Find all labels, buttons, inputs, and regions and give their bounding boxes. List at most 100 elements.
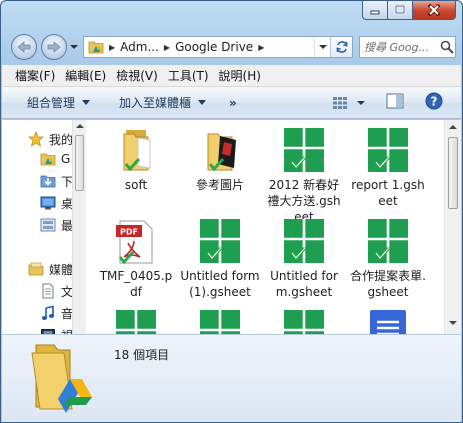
scroll-up-icon[interactable] — [76, 123, 84, 129]
file-item[interactable]: 合作提案表單.gsheet — [348, 217, 428, 300]
nav-item-label: 下 — [61, 174, 72, 189]
address-history-dropdown[interactable] — [314, 37, 330, 57]
navigation-pane-scrollbar[interactable] — [72, 120, 86, 334]
google-sheets-icon — [280, 126, 328, 174]
file-item[interactable]: soft — [96, 126, 176, 193]
nav-item-label: G — [61, 152, 71, 166]
chevron-down-icon — [357, 101, 365, 105]
breadcrumb-segment-admin[interactable]: Adm... — [120, 40, 159, 54]
file-name: Untitled form.gsheet — [270, 269, 338, 299]
file-name: 參考圖片 — [195, 178, 244, 192]
address-row: ▶ Adm... ▶ Google Drive ▶ — [7, 33, 456, 61]
svg-text:?: ? — [431, 95, 438, 109]
breadcrumb-segment-google-drive[interactable]: Google Drive — [175, 40, 253, 54]
google-drive-folder-icon — [88, 41, 104, 54]
file-item[interactable]: Untitled form (1).gsheet — [180, 217, 260, 300]
arrow-right-icon — [47, 41, 61, 53]
svg-text:PDF: PDF — [120, 228, 138, 237]
menu-tools[interactable]: 工具(T) — [163, 67, 214, 84]
file-item[interactable] — [348, 308, 428, 334]
organize-button[interactable]: 組合管理 — [22, 91, 95, 115]
menu-file[interactable]: 檔案(F) — [10, 67, 60, 84]
nav-item-label: 媒體 — [49, 262, 72, 277]
nav-item-music[interactable]: 音 — [40, 304, 72, 322]
file-item[interactable]: 參考圖片 — [180, 126, 260, 193]
scroll-up-icon[interactable] — [449, 124, 457, 130]
menu-edit[interactable]: 編輯(E) — [60, 67, 111, 84]
google-sheets-icon — [196, 308, 244, 334]
refresh-button[interactable] — [330, 37, 352, 57]
navigation-pane-scroll-thumb[interactable] — [75, 135, 84, 191]
file-item[interactable] — [180, 308, 260, 334]
file-item[interactable]: 2012 新春好禮大方送.gsheet — [264, 126, 344, 225]
file-item[interactable]: report 1.gsheet — [348, 126, 428, 209]
breadcrumb-separator-icon[interactable]: ▶ — [258, 43, 264, 52]
music-icon — [42, 305, 54, 320]
file-list: soft 參考圖片 2012 新春好禮大方送.gsheet report 1.gshe… — [87, 120, 432, 334]
google-docs-icon — [364, 308, 412, 334]
organize-label: 組合管理 — [27, 96, 76, 110]
navigation-pane: 我的 G 下 桌 最 媒體 文 音 — [2, 120, 72, 334]
minimize-button[interactable] — [362, 1, 388, 20]
file-item[interactable]: Untitled form.gsheet — [264, 217, 344, 300]
file-item[interactable] — [96, 308, 176, 334]
file-name: soft — [124, 178, 148, 192]
help-icon[interactable]: ? — [425, 92, 443, 110]
star-icon — [28, 131, 44, 147]
file-item[interactable] — [264, 308, 344, 334]
nav-item-favorites[interactable]: 我的 — [28, 130, 72, 148]
forward-button[interactable] — [41, 34, 67, 60]
nav-item-libraries[interactable]: 媒體 — [28, 260, 72, 278]
breadcrumb-separator-icon[interactable]: ▶ — [164, 43, 170, 52]
file-list-scroll-thumb[interactable] — [448, 137, 458, 209]
nav-item-recent-places[interactable]: 最 — [40, 216, 72, 234]
google-sheets-icon — [364, 126, 412, 174]
nav-item-downloads[interactable]: 下 — [40, 172, 72, 190]
nav-item-label: 桌 — [61, 196, 72, 211]
file-name: Untitled form (1).gsheet — [180, 269, 260, 299]
maximize-button[interactable] — [388, 1, 413, 20]
chevron-down-icon — [70, 45, 78, 49]
chevron-down-icon — [82, 100, 91, 105]
menu-view[interactable]: 檢視(V) — [111, 67, 163, 84]
change-view-button[interactable] — [332, 91, 368, 115]
recent-pages-dropdown[interactable] — [69, 42, 79, 52]
back-button[interactable] — [11, 34, 37, 60]
google-drive-folder-icon — [40, 153, 56, 166]
nav-item-label: 最 — [61, 218, 72, 233]
search-box — [359, 36, 456, 58]
google-drive-folder-icon — [31, 344, 92, 413]
explorer-window: ▶ Adm... ▶ Google Drive ▶ 搜尋 Goog... 檔案(… — [0, 0, 463, 423]
file-item[interactable]: PDF TMF_0405.pdf — [96, 217, 176, 300]
search-icon[interactable] — [440, 40, 454, 54]
more-commands-button[interactable]: » — [224, 91, 242, 115]
downloads-icon — [40, 175, 56, 188]
preview-pane-icon[interactable] — [386, 93, 404, 109]
include-in-library-button[interactable]: 加入至媒體櫃 — [114, 91, 211, 115]
chevron-down-icon — [198, 100, 207, 105]
address-bar[interactable]: ▶ Adm... ▶ Google Drive ▶ — [83, 36, 353, 58]
scroll-down-icon[interactable] — [449, 320, 457, 326]
nav-item-documents[interactable]: 文 — [40, 282, 72, 300]
google-sheets-icon — [280, 217, 328, 265]
desktop-icon — [40, 196, 56, 210]
menu-bar: 檔案(F) 編輯(E) 檢視(V) 工具(T) 說明(H) — [2, 65, 461, 87]
breadcrumb-separator-icon[interactable]: ▶ — [109, 43, 115, 52]
google-sheets-icon — [196, 217, 244, 265]
file-list-scrollbar[interactable] — [444, 120, 461, 334]
search-input[interactable] — [364, 40, 440, 54]
caption-buttons — [362, 1, 456, 20]
videos-icon — [41, 329, 55, 334]
pdf-icon: PDF — [112, 217, 160, 265]
maximize-icon — [394, 5, 406, 15]
include-in-library-label: 加入至媒體櫃 — [119, 96, 192, 110]
close-button[interactable] — [413, 1, 456, 20]
google-sheets-icon — [364, 217, 412, 265]
documents-icon — [42, 283, 54, 299]
content-area: 我的 G 下 桌 最 媒體 文 音 soft 參考圖片 2012 新春好禮大方送… — [2, 120, 461, 334]
menu-help[interactable]: 說明(H) — [214, 67, 266, 84]
nav-item-desktop[interactable]: 桌 — [40, 194, 72, 212]
nav-item-videos[interactable]: 視 — [40, 326, 72, 334]
details-pane: 18 個項目 — [2, 334, 461, 422]
nav-item-google-drive[interactable]: G — [40, 150, 70, 168]
